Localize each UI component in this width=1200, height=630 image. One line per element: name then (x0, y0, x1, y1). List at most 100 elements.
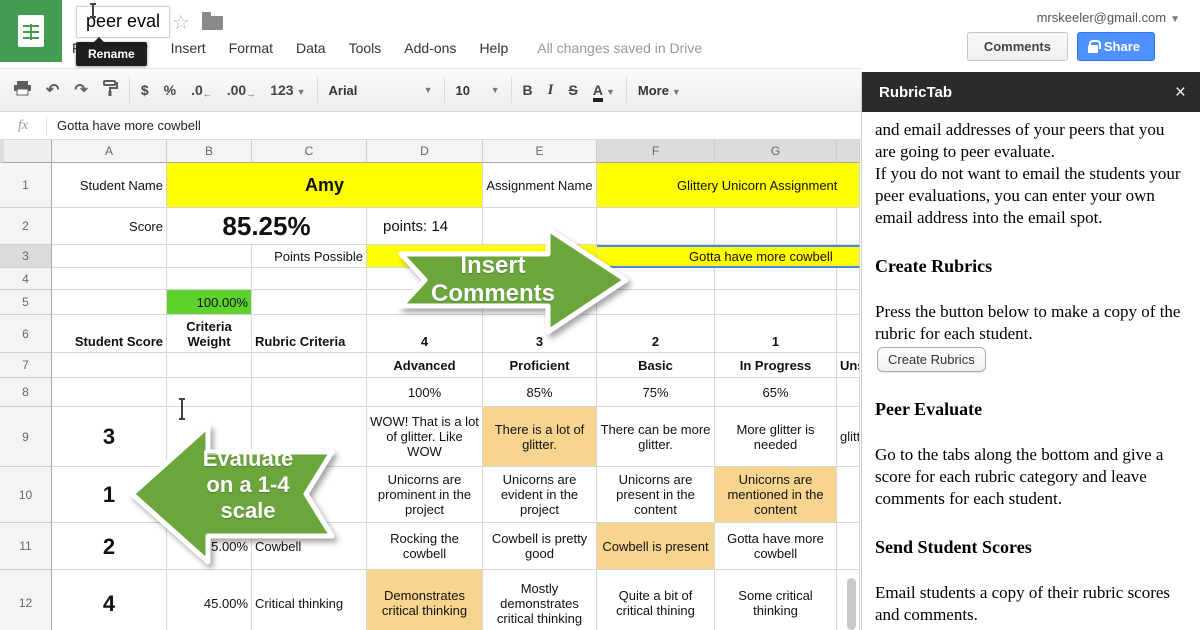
increase-decimals-button[interactable]: .00→ (227, 82, 255, 99)
cell-H10[interactable] (837, 467, 860, 523)
cell-G5[interactable] (715, 290, 837, 315)
row-header-1[interactable]: 1 (0, 163, 52, 208)
cell-C12[interactable]: Critical thinking (252, 570, 367, 630)
cell-A3[interactable] (52, 245, 167, 268)
cell-H5[interactable] (837, 290, 860, 315)
cell-F12[interactable]: Quite a bit of critical thining (597, 570, 715, 630)
cell-E8[interactable]: 85% (483, 378, 597, 407)
cell-A12[interactable]: 4 (52, 570, 167, 630)
row-header-4[interactable]: 4 (0, 268, 52, 290)
undo-icon[interactable]: ↶ (46, 80, 59, 100)
cell-C4[interactable] (252, 268, 367, 290)
cell-F10[interactable]: Unicorns are present in the content (597, 467, 715, 523)
cell-G12[interactable]: Some critical thinking (715, 570, 837, 630)
cell-E11[interactable]: Cowbell is pretty good (483, 523, 597, 570)
folder-icon[interactable] (202, 12, 223, 30)
cell-G10[interactable]: Unicorns are mentioned in the content (715, 467, 837, 523)
cell-G4[interactable] (715, 268, 837, 290)
cell-B4[interactable] (167, 268, 252, 290)
cell-B3[interactable] (167, 245, 252, 268)
cell-A1[interactable]: Student Name (52, 163, 167, 208)
cell-H8[interactable] (837, 378, 860, 407)
cell-H11[interactable] (837, 523, 860, 570)
cell-B2-merged[interactable]: 85.25% (167, 208, 367, 245)
cell-A7[interactable] (52, 353, 167, 378)
menu-data[interactable]: Data (296, 40, 326, 56)
cell-B8[interactable] (167, 378, 252, 407)
row-header-9[interactable]: 9 (0, 407, 52, 467)
cell-A2[interactable]: Score (52, 208, 167, 245)
cell-A5[interactable] (52, 290, 167, 315)
cell-G7[interactable]: In Progress (715, 353, 837, 378)
cell-A6[interactable]: Student Score (52, 315, 167, 353)
cell-E7[interactable]: Proficient (483, 353, 597, 378)
share-button[interactable]: Share (1076, 32, 1155, 61)
percent-format-button[interactable]: % (164, 82, 176, 98)
cell-C8[interactable] (252, 378, 367, 407)
cell-D10[interactable]: Unicorns are prominent in the project (367, 467, 483, 523)
vertical-scrollbar[interactable] (847, 578, 856, 630)
menu-help[interactable]: Help (479, 40, 508, 56)
cell-A8[interactable] (52, 378, 167, 407)
cell-F3-selected[interactable]: Gotta have more cowbell (597, 245, 860, 268)
cell-E12[interactable]: Mostly demonstrates critical thinking (483, 570, 597, 630)
select-all-corner[interactable] (0, 140, 52, 163)
document-title-input[interactable]: peer eval (76, 6, 171, 38)
close-icon[interactable]: × (1175, 83, 1186, 102)
cell-H2[interactable] (837, 208, 860, 245)
row-header-11[interactable]: 11 (0, 523, 52, 570)
strikethrough-button[interactable]: S (568, 82, 577, 98)
font-size-select[interactable]: 10 ▼ (456, 83, 500, 98)
column-header-B[interactable]: B (167, 140, 252, 163)
row-header-5[interactable]: 5 (0, 290, 52, 315)
cell-E1[interactable]: Assignment Name (483, 163, 597, 208)
menu-tools[interactable]: Tools (349, 40, 382, 56)
cell-B12[interactable]: 45.00% (167, 570, 252, 630)
more-toolbar-button[interactable]: More ▼ (638, 83, 681, 98)
column-header-C[interactable]: C (252, 140, 367, 163)
cell-E10[interactable]: Unicorns are evident in the project (483, 467, 597, 523)
menu-format[interactable]: Format (229, 40, 273, 56)
column-header-H[interactable] (837, 140, 860, 163)
row-header-8[interactable]: 8 (0, 378, 52, 407)
cell-C5[interactable] (252, 290, 367, 315)
row-header-3[interactable]: 3 (0, 245, 52, 268)
cell-F9[interactable]: There can be more glitter. (597, 407, 715, 467)
row-header-2[interactable]: 2 (0, 208, 52, 245)
cell-B5[interactable]: 100.00% (167, 290, 252, 315)
cell-G8[interactable]: 65% (715, 378, 837, 407)
cell-G11[interactable]: Gotta have more cowbell (715, 523, 837, 570)
comments-button[interactable]: Comments (966, 32, 1068, 61)
cell-C6[interactable]: Rubric Criteria (252, 315, 367, 353)
cell-B1-merged[interactable]: Amy (167, 163, 483, 208)
currency-format-button[interactable]: $ (141, 82, 149, 98)
column-header-F[interactable]: F (597, 140, 715, 163)
create-rubrics-button[interactable]: Create Rubrics (877, 347, 986, 372)
cell-H9[interactable]: glitter (837, 407, 860, 467)
decrease-decimals-button[interactable]: .0← (191, 82, 212, 99)
column-header-E[interactable]: E (483, 140, 597, 163)
paint-format-icon[interactable] (102, 79, 118, 101)
cell-B7[interactable] (167, 353, 252, 378)
star-icon[interactable]: ☆ (172, 10, 190, 35)
menu-addons[interactable]: Add-ons (404, 40, 456, 56)
text-color-button[interactable]: A ▼ (592, 81, 615, 102)
cell-H4[interactable] (837, 268, 860, 290)
cell-D8[interactable]: 100% (367, 378, 483, 407)
column-header-D[interactable]: D (367, 140, 483, 163)
cell-H7[interactable]: Unsatisfactory (837, 353, 860, 378)
menu-insert[interactable]: Insert (171, 40, 206, 56)
cell-F7[interactable]: Basic (597, 353, 715, 378)
cell-F8[interactable]: 75% (597, 378, 715, 407)
account-menu[interactable]: mrskeeler@gmail.com ▼ (1037, 10, 1180, 25)
cell-H6[interactable] (837, 315, 860, 353)
sheets-home-button[interactable] (0, 0, 62, 62)
cell-D11[interactable]: Rocking the cowbell (367, 523, 483, 570)
cell-D12[interactable]: Demonstrates critical thinking (367, 570, 483, 630)
row-header-12[interactable]: 12 (0, 570, 52, 630)
row-header-7[interactable]: 7 (0, 353, 52, 378)
formula-input[interactable]: Gotta have more cowbell (47, 118, 201, 133)
cell-C7[interactable] (252, 353, 367, 378)
cell-A4[interactable] (52, 268, 167, 290)
row-header-6[interactable]: 6 (0, 315, 52, 353)
